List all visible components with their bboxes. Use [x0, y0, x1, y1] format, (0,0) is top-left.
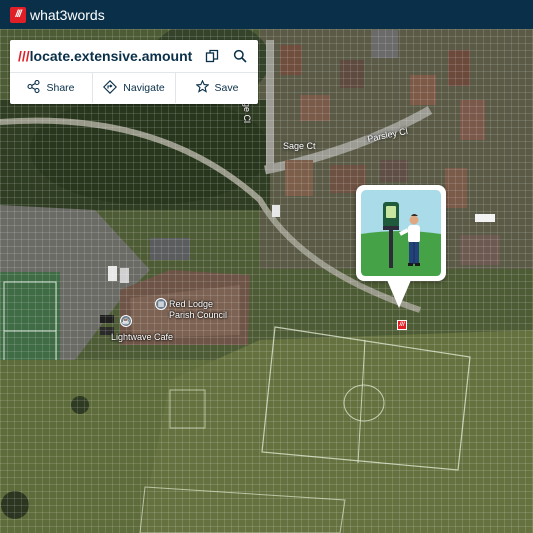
address-bar[interactable]: /// locate.extensive.amount [10, 40, 258, 73]
navigate-label: Navigate [123, 82, 165, 94]
satellite-imagery [0, 29, 533, 533]
search-icon[interactable] [232, 48, 248, 64]
action-row: Share Navigate Save [10, 73, 258, 103]
map-view[interactable]: Sage Cl Sage Ct Parsley Cl ▦ Red Lodge P… [0, 29, 533, 533]
navigate-icon [103, 79, 118, 97]
navigate-button[interactable]: Navigate [93, 73, 176, 103]
share-button[interactable]: Share [10, 73, 93, 103]
location-pin-icon[interactable]: /// [397, 320, 407, 330]
cafe-poi-icon[interactable]: ☕ [120, 315, 132, 327]
star-icon [194, 79, 210, 96]
share-icon [27, 79, 41, 96]
three-word-address[interactable]: locate.extensive.amount [30, 48, 193, 64]
app-name: what3words [30, 6, 105, 23]
app-header: /// what3words [0, 0, 533, 29]
address-card: /// locate.extensive.amount Share Naviga… [10, 40, 258, 104]
poi-label-red-lodge: Red Lodge [169, 299, 214, 309]
person-at-sign-illustration-icon [361, 190, 441, 276]
share-label: Share [46, 82, 75, 94]
popup-pointer [387, 280, 411, 308]
parish-council-poi-icon[interactable]: ▦ [155, 298, 167, 310]
poi-label-lightwave-cafe: Lightwave Cafe [111, 332, 174, 342]
what3words-logo-icon: /// [10, 6, 26, 23]
location-illustration-popup[interactable] [356, 185, 446, 281]
copy-icon[interactable] [204, 48, 220, 64]
road-label-sage-court: Sage Ct [283, 141, 316, 151]
save-label: Save [214, 82, 239, 94]
poi-label-parish-council: Parish Council [169, 310, 228, 320]
save-button[interactable]: Save [176, 73, 258, 103]
address-slashes: /// [18, 48, 30, 64]
